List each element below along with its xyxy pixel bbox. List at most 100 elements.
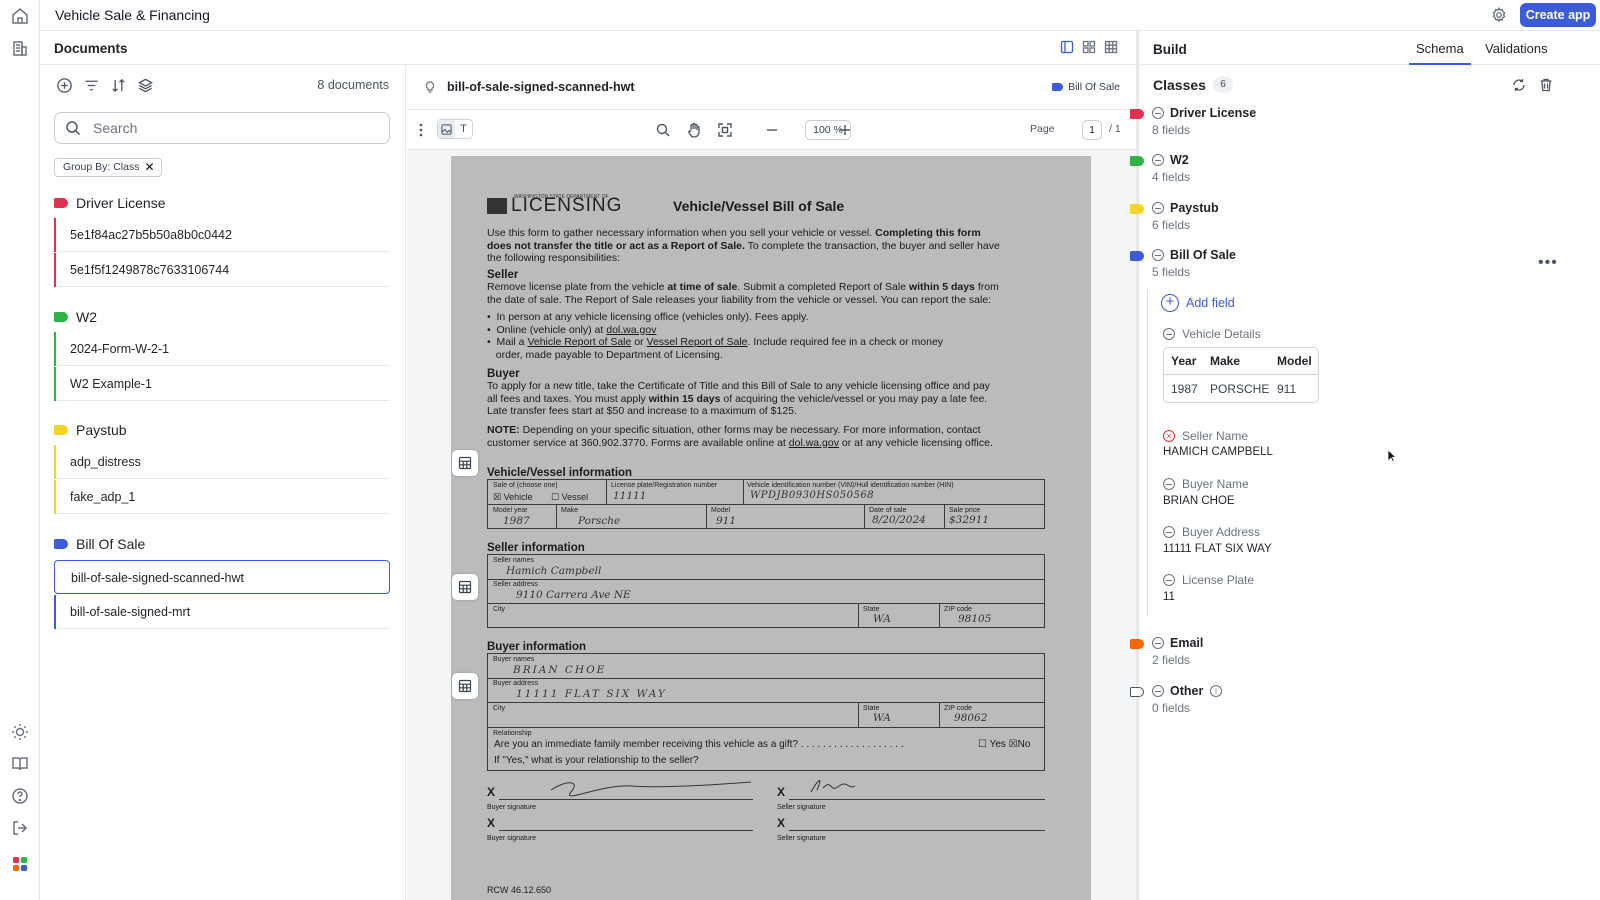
collapse-icon[interactable] <box>1152 685 1164 697</box>
vehicle-details-label: Vehicle Details <box>1182 327 1261 341</box>
image-mode-icon[interactable] <box>438 120 455 138</box>
seller-names-value: Hamich Campbell <box>506 565 602 577</box>
list-item[interactable]: bill-of-sale-signed-mrt <box>54 595 390 629</box>
app-logo-icon <box>10 854 30 874</box>
collapse-icon[interactable] <box>1163 478 1175 490</box>
model-year-label: Model year <box>493 507 528 514</box>
collapse-icon[interactable] <box>1163 526 1175 538</box>
tag-icon <box>1130 251 1144 261</box>
group-by-chip[interactable]: Group By: Class ✕ <box>54 158 162 177</box>
document-count: 8 documents <box>317 78 389 92</box>
field-value[interactable]: BRIAN CHOE <box>1163 495 1235 507</box>
plate-value: 11111 <box>613 490 647 502</box>
table-extract-icon[interactable] <box>452 574 478 600</box>
page-input[interactable]: 1 <box>1082 120 1102 140</box>
add-field-button[interactable]: + Add field <box>1161 294 1235 312</box>
buyer-zip-value: 98062 <box>954 712 988 724</box>
collapse-icon[interactable] <box>1152 154 1164 166</box>
fit-screen-icon[interactable] <box>717 122 733 138</box>
collapse-icon[interactable] <box>1163 328 1175 340</box>
search-box[interactable] <box>54 112 390 144</box>
search-input[interactable] <box>93 119 373 137</box>
sort-icon[interactable] <box>110 77 127 94</box>
collapse-icon[interactable] <box>1152 107 1164 119</box>
field-value[interactable]: 11 <box>1163 591 1175 603</box>
split-view-icon[interactable] <box>1060 40 1074 54</box>
viewer-toolbar: T 100 % Page 1 / 1 <box>407 110 1136 150</box>
group-paystub[interactable]: Paystub <box>54 420 127 440</box>
help-icon[interactable] <box>10 786 30 806</box>
documents-title: Documents <box>54 41 128 56</box>
list-item[interactable]: adp_distress <box>54 445 390 479</box>
trash-icon[interactable] <box>1538 77 1554 93</box>
tag-icon <box>54 539 68 549</box>
tag-icon <box>1130 156 1144 166</box>
vehicle-checkbox: ☒ Vehicle <box>493 492 533 502</box>
field-value[interactable]: 11111 FLAT SIX WAY <box>1163 543 1272 555</box>
buyer-signature-label: Buyer signature <box>487 804 537 811</box>
group-label: Bill Of Sale <box>76 536 146 552</box>
book-icon[interactable] <box>10 754 30 774</box>
building-icon[interactable] <box>10 38 30 58</box>
hand-icon[interactable] <box>686 122 702 138</box>
field-label: Buyer Name <box>1182 477 1249 491</box>
list-item-selected[interactable]: bill-of-sale-signed-scanned-hwt <box>54 560 390 594</box>
info-icon[interactable]: i <box>1210 685 1222 697</box>
class-name: W2 <box>1170 153 1189 167</box>
lightbulb-icon[interactable] <box>423 80 437 94</box>
signature-x: X <box>777 816 786 830</box>
collapse-icon[interactable] <box>1152 202 1164 214</box>
seller-signature-scribble <box>810 780 856 793</box>
group-driver-license[interactable]: Driver License <box>54 193 165 213</box>
sun-icon[interactable] <box>10 722 30 742</box>
viewer-class-label: Bill Of Sale <box>1068 81 1120 93</box>
grid-view-icon[interactable] <box>1082 40 1096 54</box>
footer-code: RCW 46.12.650 <box>487 885 552 895</box>
relationship-label: Relationship <box>493 730 532 737</box>
intro-paragraph: Use this form to gather necessary inform… <box>487 227 1000 264</box>
build-panel: Build Schema Validations Classes 6 <box>1139 31 1600 900</box>
field-value[interactable]: HAMICH CAMPBELL <box>1163 446 1273 458</box>
search-icon[interactable] <box>655 122 671 138</box>
list-item[interactable]: fake_adp_1 <box>54 480 390 514</box>
more-vertical-icon[interactable] <box>413 122 429 138</box>
more-horizontal-icon[interactable]: ••• <box>1538 254 1558 272</box>
error-icon: × <box>1163 430 1175 442</box>
model-value: 911 <box>716 515 737 527</box>
documents-header: Documents <box>40 31 1136 65</box>
text-mode-icon[interactable]: T <box>455 120 472 138</box>
home-icon[interactable] <box>10 6 30 26</box>
logout-icon[interactable] <box>10 818 30 838</box>
table-extract-icon[interactable] <box>452 673 478 699</box>
create-app-button[interactable]: Create app <box>1520 3 1596 27</box>
seller-zip-label: ZIP code <box>944 606 972 613</box>
gear-icon[interactable] <box>1490 6 1508 24</box>
list-item[interactable]: W2 Example-1 <box>54 367 390 401</box>
group-bill-of-sale[interactable]: Bill Of Sale <box>54 534 145 554</box>
collapse-icon[interactable] <box>1163 574 1175 586</box>
refresh-icon[interactable] <box>1511 77 1527 93</box>
close-icon[interactable]: ✕ <box>144 159 154 176</box>
viewer-class-badge[interactable]: Bill Of Sale <box>1052 81 1120 93</box>
collapse-icon[interactable] <box>1152 637 1164 649</box>
seller-signature-label: Seller signature <box>777 804 826 811</box>
layers-icon[interactable] <box>137 77 154 94</box>
seller-city-label: City <box>493 606 506 613</box>
tab-schema[interactable]: Schema <box>1409 41 1471 65</box>
collapse-icon[interactable] <box>1152 249 1164 261</box>
table-cell: 1987 <box>1171 382 1198 396</box>
zoom-out-icon[interactable] <box>764 122 780 138</box>
add-circle-icon[interactable] <box>56 77 73 94</box>
list-item[interactable]: 2024-Form-W-2-1 <box>54 332 390 366</box>
filter-icon[interactable] <box>83 77 100 94</box>
plate-label: License plate/Registration number <box>611 482 718 489</box>
list-item[interactable]: 5e1f5f1249878c7633106744 <box>54 253 390 287</box>
table-view-icon[interactable] <box>1104 40 1118 54</box>
zoom-in-icon[interactable] <box>837 122 853 138</box>
buyer-names-value: BRIAN CHOE <box>513 664 607 676</box>
tab-validations[interactable]: Validations <box>1485 41 1548 56</box>
table-extract-icon[interactable] <box>452 450 478 476</box>
list-item[interactable]: 5e1f84ac27b5b50a8b0c0442 <box>54 218 390 252</box>
group-w2[interactable]: W2 <box>54 307 97 327</box>
note-paragraph: NOTE: Depending on your specific situati… <box>487 424 993 449</box>
